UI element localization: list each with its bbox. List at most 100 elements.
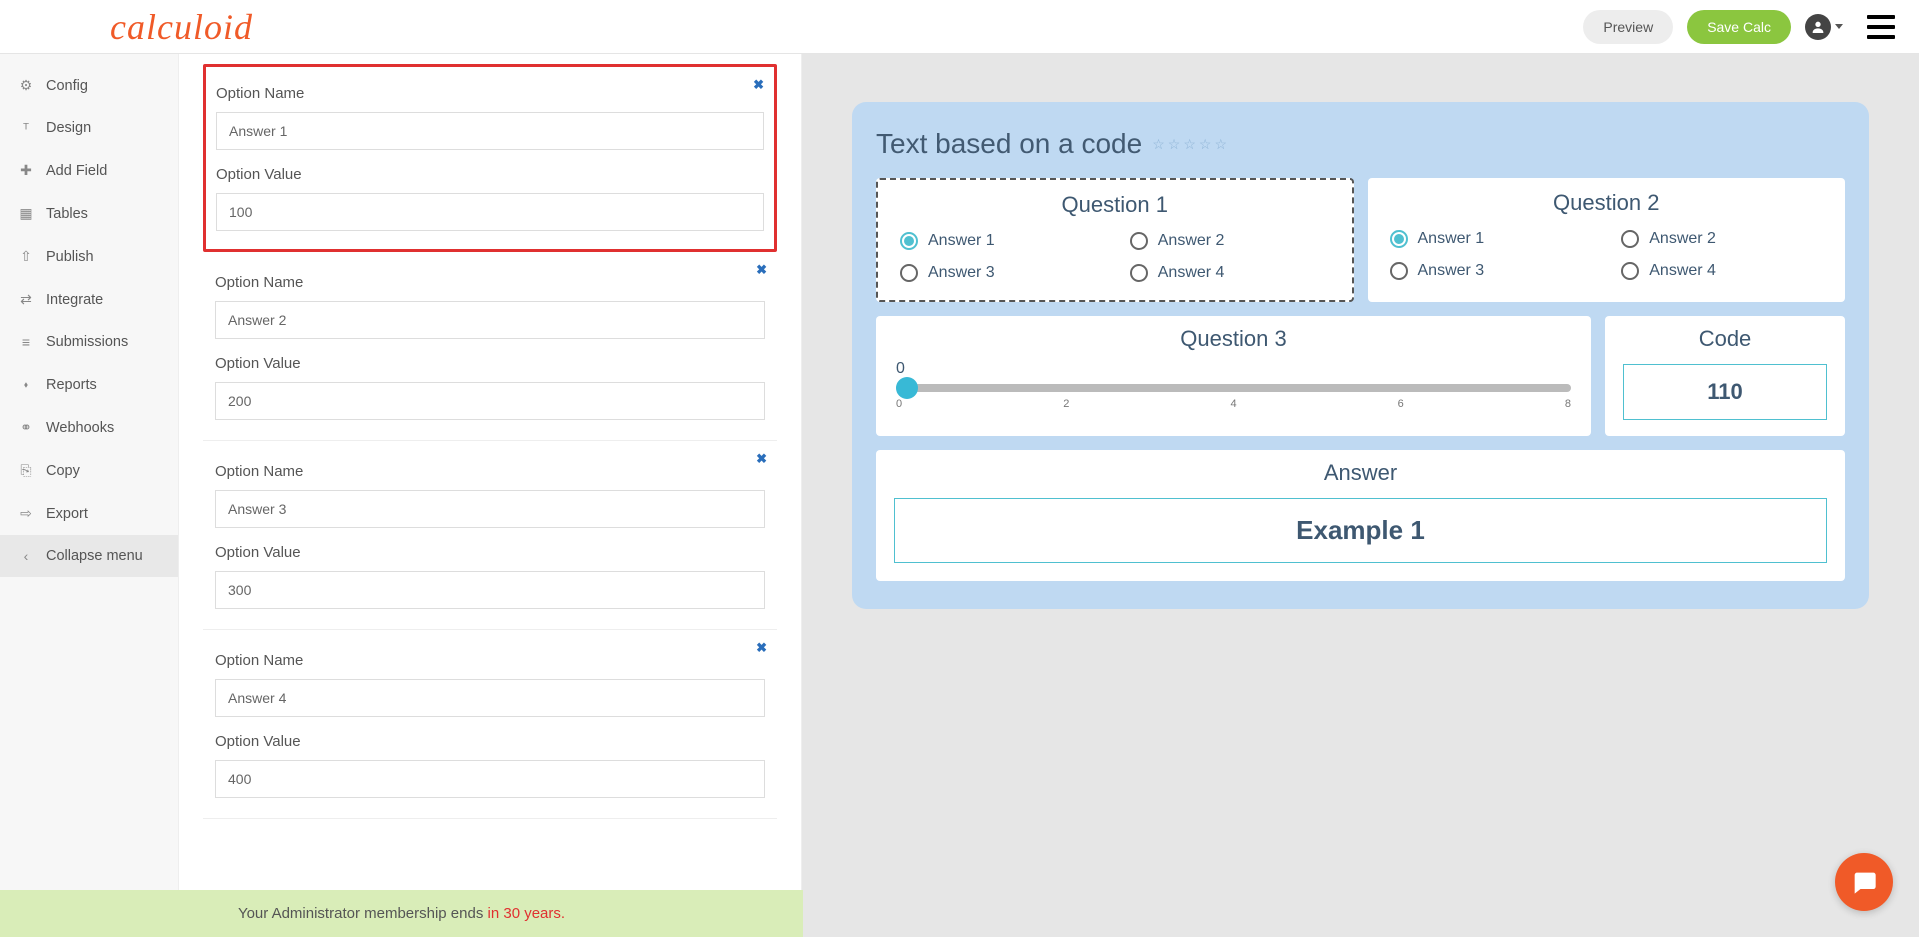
integrate-icon: ⇄ (18, 291, 34, 308)
sidebar-item-config[interactable]: ⚙ Config (0, 64, 178, 107)
webhook-icon: ⚭ (18, 419, 34, 436)
sidebar-item-reports[interactable]: ⬪ Reports (0, 363, 178, 406)
preview-button[interactable]: Preview (1583, 10, 1673, 44)
option-value-input[interactable] (215, 760, 765, 798)
radio-option[interactable]: Answer 2 (1130, 232, 1330, 250)
question-2-card[interactable]: Question 2 Answer 1 Answer 2 Answer 3 An… (1368, 178, 1846, 302)
questions-grid: Question 1 Answer 1 Answer 2 Answer 3 An… (876, 178, 1845, 302)
question-1-card[interactable]: Question 1 Answer 1 Answer 2 Answer 3 An… (876, 178, 1354, 302)
radio-option[interactable]: Answer 3 (900, 264, 1100, 282)
sidebar-item-collapse[interactable]: ‹ Collapse menu (0, 535, 178, 577)
option-value-input[interactable] (215, 571, 765, 609)
chat-button[interactable] (1835, 853, 1893, 911)
remove-option-button[interactable]: ✖ (756, 262, 767, 278)
star-icon: ☆ (1199, 136, 1212, 153)
remove-option-button[interactable]: ✖ (756, 451, 767, 467)
option-name-input[interactable] (216, 112, 764, 150)
sidebar-item-add-field[interactable]: ✚Add Field (0, 149, 178, 192)
option-value-label: Option Value (216, 166, 764, 183)
question-title: Question 1 (900, 192, 1330, 218)
radio-option[interactable]: Answer 3 (1390, 262, 1592, 280)
radio-option[interactable]: Answer 4 (1621, 262, 1823, 280)
export-icon: ⇨ (18, 505, 34, 522)
notice-text: Your Administrator membership ends (238, 905, 488, 922)
calculator-title: Text based on a code (876, 128, 1142, 160)
option-value-label: Option Value (215, 544, 765, 561)
header-actions: Preview Save Calc (1583, 10, 1895, 44)
option-value-input[interactable] (216, 193, 764, 231)
sidebar-item-label: Copy (46, 463, 80, 479)
membership-notice: Your Administrator membership ends in 30… (0, 890, 803, 937)
radio-label: Answer 3 (1418, 262, 1485, 280)
option-value-label: Option Value (215, 733, 765, 750)
save-button[interactable]: Save Calc (1687, 10, 1791, 44)
sidebar-item-webhooks[interactable]: ⚭Webhooks (0, 406, 178, 449)
copy-icon: ⎘ (18, 462, 34, 479)
radio-label: Answer 3 (928, 264, 995, 282)
sidebar-item-publish[interactable]: ⇧Publish (0, 235, 178, 278)
radio-option[interactable]: Answer 1 (900, 232, 1100, 250)
gear-icon: ⚙ (18, 77, 34, 94)
radio-option[interactable]: Answer 4 (1130, 264, 1330, 282)
sidebar-item-label: Reports (46, 377, 97, 393)
calculator-card: Text based on a code ☆☆☆☆☆ Question 1 An… (852, 102, 1869, 609)
answer-value: Example 1 (894, 498, 1827, 563)
sidebar-item-label: Submissions (46, 334, 128, 350)
sidebar-item-export[interactable]: ⇨Export (0, 492, 178, 535)
tick-label: 4 (1230, 398, 1236, 410)
list-icon: ≡ (18, 334, 34, 350)
sidebar-item-integrate[interactable]: ⇄Integrate (0, 278, 178, 321)
plus-icon: ✚ (18, 162, 34, 179)
star-icon: ☆ (1183, 136, 1196, 153)
sidebar-item-design[interactable]: ᵀDesign (0, 107, 178, 149)
chat-icon (1850, 868, 1878, 896)
radio-icon (900, 264, 918, 282)
chevron-left-icon: ‹ (18, 548, 34, 564)
tick-label: 8 (1565, 398, 1571, 410)
option-name-input[interactable] (215, 490, 765, 528)
rating-stars[interactable]: ☆☆☆☆☆ (1152, 136, 1227, 153)
sidebar-item-tables[interactable]: ▦Tables (0, 192, 178, 235)
radio-option[interactable]: Answer 2 (1621, 230, 1823, 248)
slider-value: 0 (896, 360, 1571, 378)
option-name-input[interactable] (215, 301, 765, 339)
radio-icon (1621, 230, 1639, 248)
star-icon: ☆ (1214, 136, 1227, 153)
radio-label: Answer 2 (1649, 230, 1716, 248)
option-name-input[interactable] (215, 679, 765, 717)
answer-title: Answer (894, 460, 1827, 486)
sidebar-item-label: Tables (46, 206, 88, 222)
editor-panel: ✖ Option Name Option Value ✖ Option Name… (178, 54, 802, 937)
option-name-label: Option Name (215, 463, 765, 480)
sidebar-item-label: Config (46, 78, 88, 94)
radio-label: Answer 4 (1158, 264, 1225, 282)
code-card[interactable]: Code 110 (1605, 316, 1845, 436)
radio-label: Answer 4 (1649, 262, 1716, 280)
question-3-card[interactable]: Question 3 0 0 2 4 6 8 (876, 316, 1591, 436)
radio-option[interactable]: Answer 1 (1390, 230, 1592, 248)
remove-option-button[interactable]: ✖ (753, 77, 764, 93)
slider-ticks: 0 2 4 6 8 (896, 398, 1571, 410)
sidebar-item-submissions[interactable]: ≡ Submissions (0, 321, 178, 363)
option-name-label: Option Name (215, 274, 765, 291)
option-block: ✖ Option Name Option Value (203, 441, 777, 630)
code-title: Code (1623, 326, 1827, 352)
sidebar-item-label: Collapse menu (46, 548, 143, 564)
sidebar-item-copy[interactable]: ⎘ Copy (0, 449, 178, 492)
remove-option-button[interactable]: ✖ (756, 640, 767, 656)
chart-icon: ⬪ (18, 376, 34, 393)
row-2: Question 3 0 0 2 4 6 8 Code 110 (876, 316, 1845, 436)
chevron-down-icon (1835, 24, 1843, 29)
user-menu[interactable] (1805, 14, 1843, 40)
slider-thumb[interactable] (896, 377, 918, 399)
option-value-input[interactable] (215, 382, 765, 420)
radio-group: Answer 1 Answer 2 Answer 3 Answer 4 (1390, 230, 1824, 280)
tick-label: 6 (1398, 398, 1404, 410)
answer-card[interactable]: Answer Example 1 (876, 450, 1845, 581)
slider[interactable] (896, 384, 1571, 392)
option-block: ✖ Option Name Option Value (203, 64, 777, 252)
hamburger-menu[interactable] (1867, 15, 1895, 39)
star-icon: ☆ (1168, 136, 1181, 153)
notice-highlight: in 30 years. (488, 905, 566, 922)
tick-label: 2 (1063, 398, 1069, 410)
